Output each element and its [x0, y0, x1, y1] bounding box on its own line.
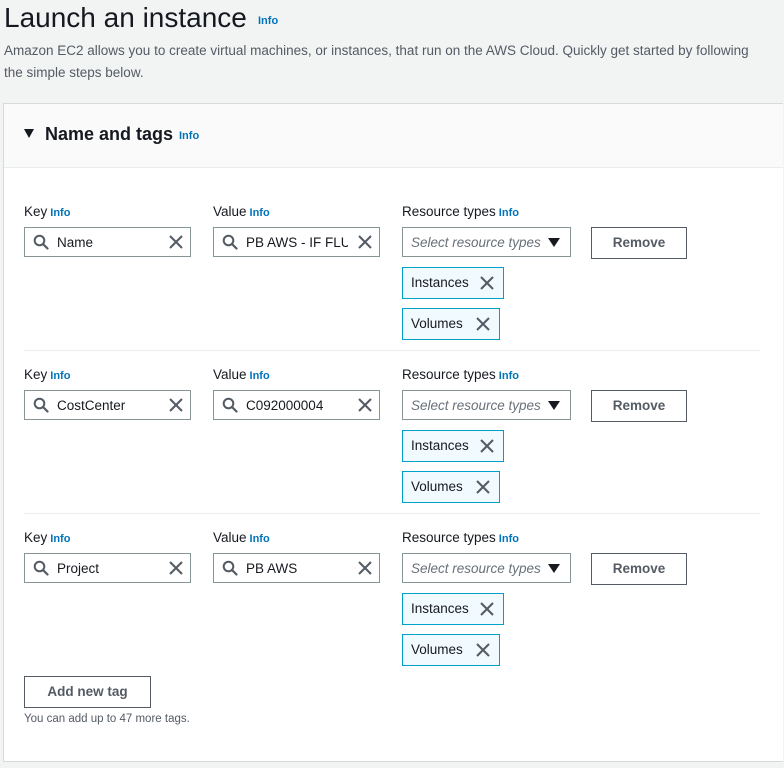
name-and-tags-panel: Name and tags Info Key Info Value Info Resou…: [3, 103, 783, 762]
panel-title: Name and tags: [45, 124, 174, 144]
dismiss-token-icon[interactable]: [479, 275, 495, 291]
caret-down-icon: [548, 401, 560, 410]
caret-down-icon: [548, 238, 560, 247]
dismiss-token-icon[interactable]: [475, 479, 491, 495]
caret-down-icon[interactable]: [24, 129, 34, 138]
resource-types-label: Resource types Info: [402, 530, 519, 545]
key-label-text: Key: [24, 367, 48, 382]
key-info-link[interactable]: Info: [50, 370, 70, 382]
tags-remaining-hint: You can add up to 47 more tags.: [24, 713, 190, 725]
value-info-link[interactable]: Info: [250, 370, 270, 382]
key-label: Key Info: [24, 530, 70, 545]
clear-icon[interactable]: [357, 397, 373, 413]
resource-types-info-link[interactable]: Info: [499, 207, 519, 219]
search-icon: [222, 397, 238, 413]
resource-type-token-label: Volumes: [411, 316, 463, 331]
resource-types-label-text: Resource types: [402, 367, 496, 382]
resource-type-token-label: Volumes: [411, 479, 463, 494]
tag-key-value[interactable]: Name: [57, 235, 159, 250]
tag-key-field[interactable]: Name: [24, 227, 191, 257]
resource-types-select[interactable]: Select resource types: [402, 227, 571, 257]
dismiss-token-icon[interactable]: [475, 316, 491, 332]
resource-type-token-label: Instances: [411, 275, 469, 290]
key-info-link[interactable]: Info: [50, 533, 70, 545]
tag-value-field[interactable]: PB AWS: [213, 553, 380, 583]
resource-types-placeholder: Select resource types: [411, 235, 541, 250]
tag-value-value[interactable]: C092000004: [246, 398, 348, 413]
tag-row: Key Info Value Info Resource types Info Projec…: [4, 530, 783, 690]
resource-types-info-link[interactable]: Info: [499, 370, 519, 382]
tag-value-value[interactable]: PB AWS: [246, 561, 348, 576]
panel-header[interactable]: Name and tags Info: [4, 104, 783, 168]
key-label-text: Key: [24, 530, 48, 545]
row-divider: [24, 513, 760, 514]
resource-types-label-text: Resource types: [402, 530, 496, 545]
panel-info-link[interactable]: Info: [179, 130, 199, 142]
value-label: Value Info: [213, 367, 270, 382]
tag-value-value[interactable]: PB AWS - IF FLUX: [246, 235, 348, 250]
search-icon: [222, 560, 238, 576]
clear-icon[interactable]: [357, 234, 373, 250]
resource-type-token-label: Instances: [411, 438, 469, 453]
resource-types-select[interactable]: Select resource types: [402, 390, 571, 420]
value-info-link[interactable]: Info: [250, 533, 270, 545]
resource-type-token: Instances: [402, 267, 504, 299]
tag-key-field[interactable]: CostCenter: [24, 390, 191, 420]
value-info-link[interactable]: Info: [250, 207, 270, 219]
dismiss-token-icon[interactable]: [479, 438, 495, 454]
remove-tag-button[interactable]: Remove: [591, 227, 687, 259]
resource-type-token: Instances: [402, 430, 504, 462]
resource-types-info-link[interactable]: Info: [499, 533, 519, 545]
page-intro: Amazon EC2 allows you to create virtual …: [4, 43, 749, 80]
add-new-tag-button[interactable]: Add new tag: [24, 676, 151, 708]
dismiss-token-icon[interactable]: [475, 642, 491, 658]
tag-row: Key Info Value Info Resource types Info Name PB…: [4, 204, 783, 364]
remove-tag-button[interactable]: Remove: [591, 553, 687, 585]
resource-types-placeholder: Select resource types: [411, 561, 541, 576]
tag-key-value[interactable]: CostCenter: [57, 398, 159, 413]
resource-types-select[interactable]: Select resource types: [402, 553, 571, 583]
clear-icon[interactable]: [168, 560, 184, 576]
key-label: Key Info: [24, 204, 70, 219]
resource-type-token-label: Volumes: [411, 642, 463, 657]
clear-icon[interactable]: [168, 234, 184, 250]
resource-type-token: Instances: [402, 593, 504, 625]
resource-type-token: Volumes: [402, 634, 500, 666]
resource-type-token: Volumes: [402, 308, 500, 340]
caret-down-icon: [548, 564, 560, 573]
dismiss-token-icon[interactable]: [479, 601, 495, 617]
page-title: Launch an instance: [4, 2, 247, 33]
search-icon: [33, 234, 49, 250]
key-label-text: Key: [24, 204, 48, 219]
row-divider: [24, 350, 760, 351]
value-label-text: Value: [213, 367, 247, 382]
resource-type-token: Volumes: [402, 471, 500, 503]
key-label: Key Info: [24, 367, 70, 382]
search-icon: [222, 234, 238, 250]
tag-key-value[interactable]: Project: [57, 561, 159, 576]
tag-row: Key Info Value Info Resource types Info CostCe…: [4, 367, 783, 527]
tag-key-field[interactable]: Project: [24, 553, 191, 583]
resource-types-label: Resource types Info: [402, 367, 519, 382]
value-label-text: Value: [213, 530, 247, 545]
resource-types-label-text: Resource types: [402, 204, 496, 219]
page-title-info-link[interactable]: Info: [258, 15, 278, 27]
resource-types-placeholder: Select resource types: [411, 398, 541, 413]
clear-icon[interactable]: [168, 397, 184, 413]
value-label: Value Info: [213, 530, 270, 545]
resource-types-label: Resource types Info: [402, 204, 519, 219]
search-icon: [33, 560, 49, 576]
clear-icon[interactable]: [357, 560, 373, 576]
remove-tag-button[interactable]: Remove: [591, 390, 687, 422]
search-icon: [33, 397, 49, 413]
tag-value-field[interactable]: PB AWS - IF FLUX: [213, 227, 380, 257]
resource-type-token-label: Instances: [411, 601, 469, 616]
value-label: Value Info: [213, 204, 270, 219]
tag-value-field[interactable]: C092000004: [213, 390, 380, 420]
value-label-text: Value: [213, 204, 247, 219]
key-info-link[interactable]: Info: [50, 207, 70, 219]
